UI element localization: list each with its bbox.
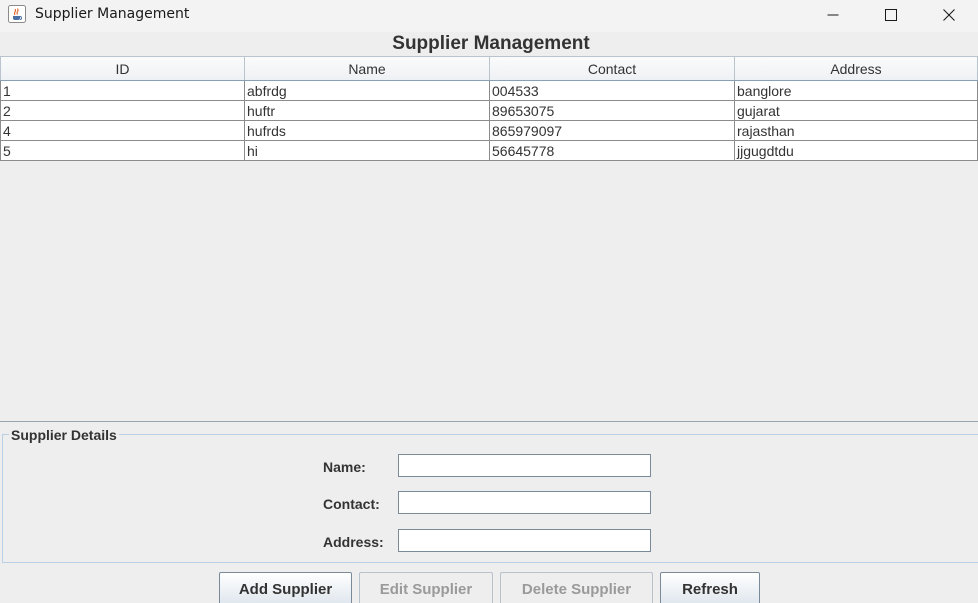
table-row[interactable]: 4 hufrds 865979097 rajasthan (0, 121, 978, 141)
table-row[interactable]: 2 huftr 89653075 gujarat (0, 101, 978, 121)
table-row[interactable]: 5 hi 56645778 jjgugdtdu (0, 141, 978, 161)
cell-contact[interactable]: 004533 (490, 81, 735, 100)
contact-label: Contact: (323, 496, 380, 512)
address-field[interactable] (398, 529, 651, 552)
column-header-id[interactable]: ID (0, 57, 245, 80)
cell-contact[interactable]: 56645778 (490, 141, 735, 160)
app-window: Supplier Management Supplier Management … (0, 0, 978, 603)
cell-id[interactable]: 1 (0, 81, 245, 100)
add-supplier-button[interactable]: Add Supplier (219, 572, 352, 603)
cell-address[interactable]: gujarat (735, 101, 978, 120)
minimize-icon (827, 14, 839, 16)
cell-id[interactable]: 5 (0, 141, 245, 160)
name-field[interactable] (398, 454, 651, 477)
table-row[interactable]: 1 abfrdg 004533 banglore (0, 81, 978, 101)
cell-address[interactable]: rajasthan (735, 121, 978, 140)
cell-id[interactable]: 2 (0, 101, 245, 120)
close-button[interactable] (920, 0, 978, 30)
table-header: ID Name Contact Address (0, 56, 978, 81)
panel-title: Supplier Details (9, 427, 119, 443)
supplier-table: ID Name Contact Address 1 abfrdg 004533 … (0, 56, 978, 161)
contact-field[interactable] (398, 491, 651, 514)
cell-address[interactable]: jjgugdtdu (735, 141, 978, 160)
split-pane-divider[interactable] (0, 421, 978, 422)
window-title: Supplier Management (35, 6, 190, 22)
column-header-address[interactable]: Address (735, 57, 978, 80)
name-label: Name: (323, 459, 366, 475)
cell-contact[interactable]: 89653075 (490, 101, 735, 120)
address-label: Address: (323, 534, 384, 550)
cell-name[interactable]: hufrds (245, 121, 490, 140)
delete-supplier-button[interactable]: Delete Supplier (500, 572, 653, 603)
cell-name[interactable]: huftr (245, 101, 490, 120)
close-icon (943, 9, 955, 21)
cell-address[interactable]: banglore (735, 81, 978, 100)
cell-contact[interactable]: 865979097 (490, 121, 735, 140)
maximize-button[interactable] (862, 0, 920, 30)
title-bar[interactable]: Supplier Management (0, 0, 978, 32)
cell-id[interactable]: 4 (0, 121, 245, 140)
cell-name[interactable]: abfrdg (245, 81, 490, 100)
maximize-icon (885, 9, 897, 21)
refresh-button[interactable]: Refresh (660, 572, 760, 603)
column-header-name[interactable]: Name (245, 57, 490, 80)
java-coffee-cup-icon (8, 5, 26, 23)
cell-name[interactable]: hi (245, 141, 490, 160)
edit-supplier-button[interactable]: Edit Supplier (359, 572, 493, 603)
minimize-button[interactable] (804, 0, 862, 30)
page-title: Supplier Management (392, 33, 590, 54)
column-header-contact[interactable]: Contact (490, 57, 735, 80)
